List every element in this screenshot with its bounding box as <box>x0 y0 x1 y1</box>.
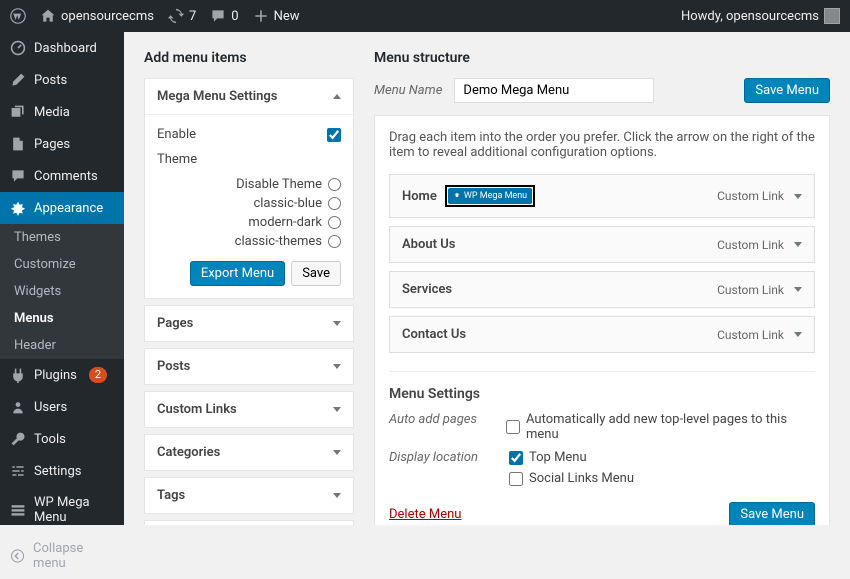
menu-settings: Menu Settings Auto add pages Automatical… <box>389 371 815 486</box>
drag-instruction: Drag each item into the order you prefer… <box>389 130 815 160</box>
nav-dashboard[interactable]: Dashboard <box>0 32 124 64</box>
caret-down-icon <box>333 407 341 412</box>
theme-options: Disable Theme classic-blue modern-dark c… <box>157 177 341 249</box>
posts-panel-toggle[interactable]: Posts <box>145 349 353 384</box>
nav-posts[interactable]: Posts <box>0 64 124 96</box>
nav-tools[interactable]: Tools <box>0 423 124 455</box>
comments-count[interactable]: 0 <box>210 8 238 24</box>
mega-menu-settings-panel: Mega Menu Settings Enable Theme Disable … <box>144 78 354 299</box>
menu-item-type: Custom Link <box>717 328 784 342</box>
menu-item-contact[interactable]: Contact Us Custom Link <box>389 316 815 353</box>
formats-panel-toggle[interactable]: Formats <box>145 521 353 525</box>
theme-opt-classic-blue: classic-blue <box>253 196 322 211</box>
auto-add-label: Auto add pages <box>389 412 486 427</box>
new-content[interactable]: New <box>253 8 300 24</box>
theme-radio-disable[interactable] <box>328 178 341 191</box>
menu-item-label: Home <box>402 189 437 204</box>
social-links-checkbox[interactable] <box>509 472 523 486</box>
categories-panel-toggle[interactable]: Categories <box>145 435 353 470</box>
menu-structure-heading: Menu structure <box>374 50 830 66</box>
caret-down-icon[interactable] <box>794 287 802 292</box>
theme-radio-classic-themes[interactable] <box>328 235 341 248</box>
wp-mega-menu-pill[interactable]: WP Mega Menu <box>448 188 532 204</box>
menu-settings-heading: Menu Settings <box>389 386 815 402</box>
tags-panel-toggle[interactable]: Tags <box>145 478 353 513</box>
menu-structure-box: Drag each item into the order you prefer… <box>374 115 830 525</box>
wp-logo[interactable] <box>10 8 26 24</box>
theme-opt-disable: Disable Theme <box>236 177 322 192</box>
social-links-option: Social Links Menu <box>529 471 634 486</box>
custom-links-panel-toggle[interactable]: Custom Links <box>145 392 353 427</box>
save-menu-button-bottom[interactable]: Save Menu <box>729 502 815 525</box>
caret-down-icon <box>333 321 341 326</box>
caret-down-icon[interactable] <box>794 242 802 247</box>
menu-item-services[interactable]: Services Custom Link <box>389 271 815 308</box>
avatar <box>824 8 840 24</box>
nav-users[interactable]: Users <box>0 391 124 423</box>
menu-name-input[interactable] <box>454 78 654 103</box>
caret-down-icon[interactable] <box>794 194 802 199</box>
theme-label: Theme <box>157 152 197 167</box>
subnav-widgets[interactable]: Widgets <box>0 278 124 305</box>
site-name[interactable]: opensourcecms <box>40 8 154 24</box>
mega-pill-highlight: WP Mega Menu <box>445 185 535 207</box>
delete-menu-link[interactable]: Delete Menu <box>389 507 461 522</box>
admin-sidebar: Dashboard Posts Media Pages Comments App… <box>0 32 124 525</box>
menu-item-label: About Us <box>402 237 455 252</box>
auto-add-option: Automatically add new top-level pages to… <box>526 412 815 442</box>
subnav-header[interactable]: Header <box>0 332 124 359</box>
plugins-badge: 2 <box>89 367 107 383</box>
appearance-submenu: Themes Customize Widgets Menus Header <box>0 224 124 359</box>
menu-name-label: Menu Name <box>374 83 442 98</box>
auto-add-checkbox[interactable] <box>506 420 520 434</box>
menu-item-home[interactable]: Home WP Mega Menu Custom Link <box>389 174 815 218</box>
save-menu-button-top[interactable]: Save Menu <box>744 78 830 103</box>
admin-bar: opensourcecms 7 0 New Howdy, opensourcec… <box>0 0 850 32</box>
caret-down-icon <box>333 364 341 369</box>
menu-item-type: Custom Link <box>717 238 784 252</box>
nav-plugins[interactable]: Plugins2 <box>0 359 124 391</box>
caret-down-icon <box>333 493 341 498</box>
menu-item-about[interactable]: About Us Custom Link <box>389 226 815 263</box>
theme-radio-classic-blue[interactable] <box>328 197 341 210</box>
top-menu-checkbox[interactable] <box>509 451 523 465</box>
theme-radio-modern-dark[interactable] <box>328 216 341 229</box>
add-items-heading: Add menu items <box>144 50 354 66</box>
theme-opt-modern-dark: modern-dark <box>248 215 322 230</box>
top-menu-option: Top Menu <box>529 450 587 465</box>
subnav-themes[interactable]: Themes <box>0 224 124 251</box>
nav-pages[interactable]: Pages <box>0 128 124 160</box>
pages-panel-toggle[interactable]: Pages <box>145 306 353 341</box>
menu-item-type: Custom Link <box>717 189 784 203</box>
caret-down-icon[interactable] <box>794 332 802 337</box>
collapse-menu[interactable]: Collapse menu <box>0 533 124 579</box>
nav-wp-mega-menu[interactable]: WP Mega Menu <box>0 487 124 533</box>
export-menu-button[interactable]: Export Menu <box>190 261 285 286</box>
enable-label: Enable <box>157 127 196 142</box>
enable-checkbox[interactable] <box>327 128 341 142</box>
subnav-menus[interactable]: Menus <box>0 305 124 332</box>
save-settings-button[interactable]: Save <box>291 261 341 286</box>
menu-item-label: Services <box>402 282 452 297</box>
nav-media[interactable]: Media <box>0 96 124 128</box>
nav-settings[interactable]: Settings <box>0 455 124 487</box>
content-area: Add menu items Mega Menu Settings Enable… <box>124 32 850 525</box>
nav-comments[interactable]: Comments <box>0 160 124 192</box>
caret-down-icon <box>333 450 341 455</box>
howdy-user[interactable]: Howdy, opensourcecms <box>681 8 840 24</box>
caret-up-icon <box>333 94 341 99</box>
nav-appearance[interactable]: Appearance <box>0 192 124 224</box>
menu-item-label: Contact Us <box>402 327 466 342</box>
updates[interactable]: 7 <box>168 8 196 24</box>
mega-menu-settings-toggle[interactable]: Mega Menu Settings <box>145 79 353 115</box>
menu-item-type: Custom Link <box>717 283 784 297</box>
theme-opt-classic-themes: classic-themes <box>235 234 322 249</box>
subnav-customize[interactable]: Customize <box>0 251 124 278</box>
display-location-label: Display location <box>389 450 489 465</box>
